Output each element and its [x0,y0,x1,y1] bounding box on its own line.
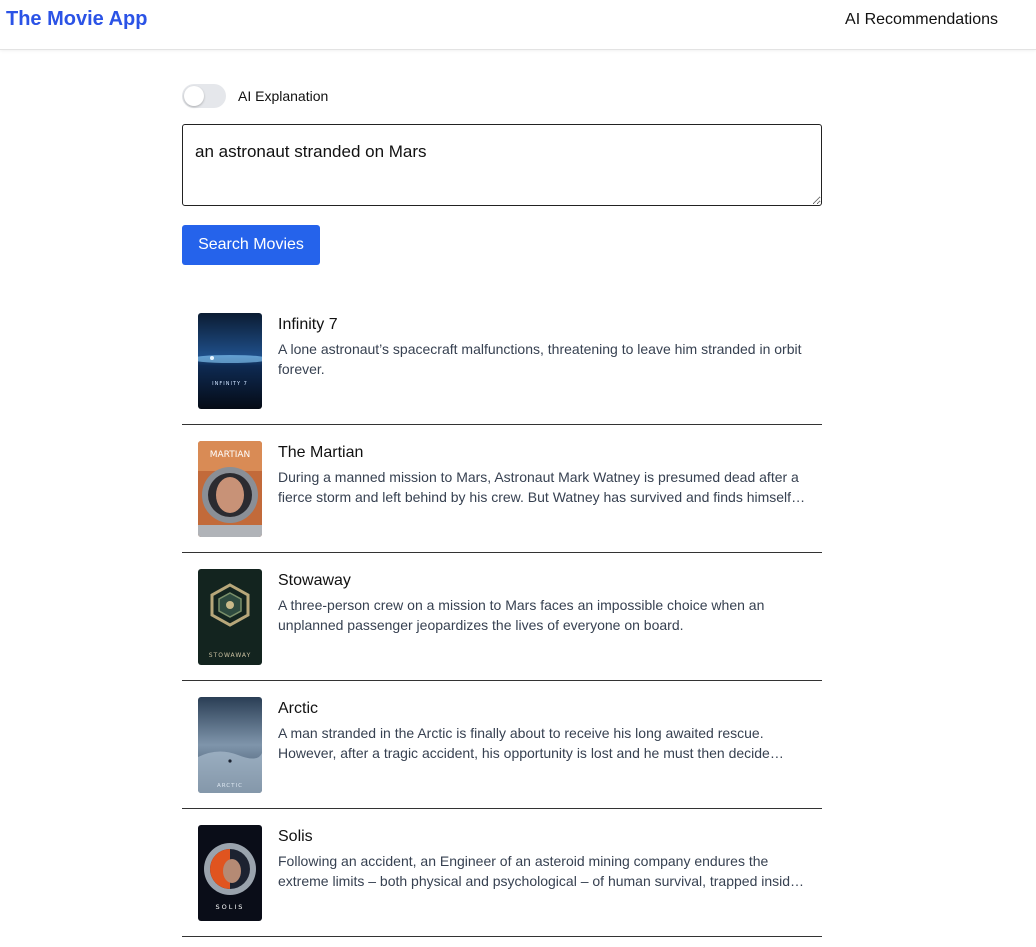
results-list: INFINITY 7 Infinity 7 A lone astronaut’s… [182,297,822,937]
movie-description: A man stranded in the Arctic is finally … [278,725,770,761]
movie-title: Solis [278,828,313,845]
movie-poster-infinity-7: INFINITY 7 [198,313,262,409]
movie-list-item[interactable]: ARCTIC Arctic A man stranded in the Arct… [182,681,822,809]
search-movies-button[interactable]: Search Movies [182,225,320,265]
movie-poster-stowaway: STOWAWAY [198,569,262,665]
poster-caption: SOLIS [216,903,245,911]
movie-description: A lone astronaut’s spacecraft malfunctio… [278,341,802,377]
movie-title: Arctic [278,700,318,717]
movie-list-item[interactable]: INFINITY 7 Infinity 7 A lone astronaut’s… [182,297,822,425]
movie-list-item[interactable]: MARTIAN The Martian During a manned miss… [182,425,822,553]
top-navbar: The Movie App AI Recommendations [0,0,1036,50]
movie-description: Following an accident, an Engineer of an… [278,853,798,889]
poster-caption: STOWAWAY [209,652,252,659]
toggle-knob [184,86,204,106]
ai-explanation-toggle[interactable] [182,84,226,108]
movie-description: A three-person crew on a mission to Mars… [278,597,765,633]
ai-recommendations-link[interactable]: AI Recommendations [845,11,998,29]
poster-caption: ARCTIC [217,783,243,789]
search-query-textarea[interactable]: an astronaut stranded on Mars [182,124,822,206]
app-title-link[interactable]: The Movie App [6,8,147,31]
movie-poster-the-martian: MARTIAN [198,441,262,537]
movie-title: The Martian [278,444,364,461]
poster-caption: MARTIAN [210,450,251,460]
ai-explanation-toggle-row: AI Explanation [182,84,328,108]
movie-list-item[interactable]: SOLIS Solis Following an accident, an En… [182,809,822,937]
movie-description: During a manned mission to Mars, Astrona… [278,469,799,505]
movie-title: Infinity 7 [278,316,338,333]
movie-title: Stowaway [278,572,351,589]
movie-list-item[interactable]: STOWAWAY Stowaway A three-person crew on… [182,553,822,681]
ai-explanation-label: AI Explanation [238,88,329,104]
movie-poster-arctic: ARCTIC [198,697,262,793]
poster-caption: INFINITY 7 [212,381,248,387]
movie-poster-solis: SOLIS [198,825,262,921]
